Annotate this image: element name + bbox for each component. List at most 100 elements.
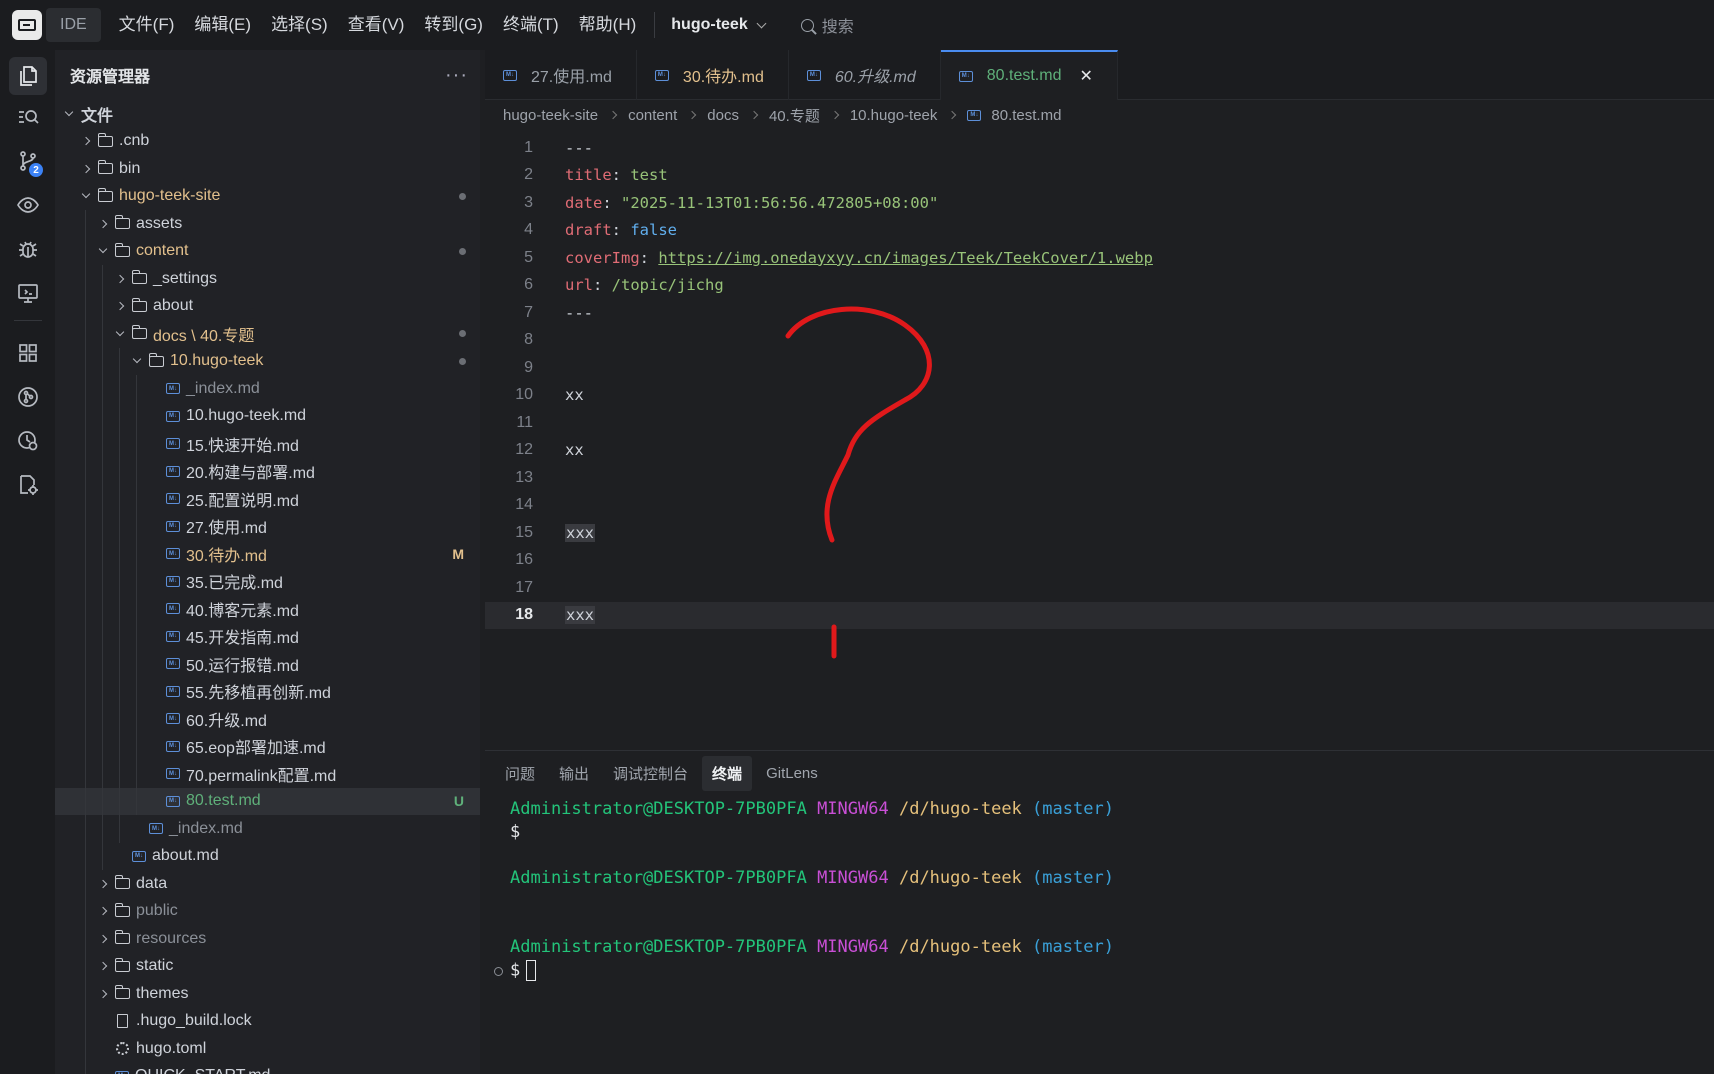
more-actions-icon[interactable]: ··· [445,64,468,87]
explorer-icon[interactable] [9,57,47,95]
tree-folder[interactable]: _settings [55,265,480,293]
tree-folder[interactable]: about [55,293,480,321]
chevron-right-icon[interactable] [95,908,111,914]
chevron-right-icon[interactable] [95,963,111,969]
code-line: 8 [485,327,1714,355]
breadcrumb-item[interactable]: hugo-teek-site [503,107,598,124]
tree-file[interactable]: M↓27.使用.md [55,513,480,541]
tree-folder[interactable]: resources [55,925,480,953]
gear-icon [116,1042,129,1055]
chevron-right-icon[interactable] [112,303,128,309]
chevron-down-icon[interactable] [112,333,128,335]
editor-tab[interactable]: M↓80.test.md✕ [941,50,1118,100]
menu-item[interactable]: 编辑(E) [184,0,261,50]
tree-folder[interactable]: bin [55,155,480,183]
chevron-right-icon[interactable] [95,936,111,942]
extensions-icon[interactable] [9,334,47,372]
ide-badge[interactable]: IDE [46,8,101,42]
source-control-icon[interactable]: 2 [9,142,47,180]
indent-guide [136,430,137,458]
breadcrumb-item[interactable]: 40.专题 [769,105,820,126]
tree-folder[interactable]: public [55,898,480,926]
panel-tab[interactable]: 终端 [702,756,752,791]
tree-file[interactable]: M↓20.构建与部署.md [55,458,480,486]
settings-sync-icon[interactable] [9,466,47,504]
tree-folder[interactable]: 文件 [55,100,480,128]
search-icon[interactable] [9,98,47,136]
app-logo-icon[interactable] [12,10,42,40]
menu-item[interactable]: 文件(F) [109,0,185,50]
tree-file[interactable]: hugo.toml [55,1035,480,1063]
chevron-right-icon[interactable] [78,138,94,144]
tree-folder[interactable]: .cnb [55,128,480,156]
line-content: xx [565,386,584,404]
tree-file[interactable]: M↓15.快速开始.md [55,430,480,458]
panel-tab[interactable]: 问题 [495,756,545,791]
tree-file[interactable]: M↓80.test.mdU [55,788,480,816]
menu-item[interactable]: 帮助(H) [569,0,647,50]
breadcrumb-item[interactable]: content [628,107,677,124]
editor-tabs: M↓27.使用.mdM↓30.待办.mdM↓60.升级.mdM↓80.test.… [485,50,1714,100]
line-content: date: "2025-11-13T01:56:56.472805+08:00" [565,194,938,212]
tree-file[interactable]: M↓QUICK_START.md [55,1063,480,1074]
menu-item[interactable]: 终端(T) [493,0,569,50]
breadcrumb-item[interactable]: docs [707,107,739,124]
tree-file[interactable]: M↓35.已完成.md [55,568,480,596]
tree-file[interactable]: M↓50.运行报错.md [55,650,480,678]
project-switcher[interactable]: hugo-teek [671,16,764,34]
menu-item[interactable]: 查看(V) [338,0,415,50]
remote-icon[interactable] [9,274,47,312]
chevron-down-icon[interactable] [78,195,94,197]
panel-tab[interactable]: 输出 [549,756,599,791]
tree-folder[interactable]: docs \ 40.专题 [55,320,480,348]
chevron-right-icon [609,111,617,119]
breadcrumb-item[interactable]: 10.hugo-teek [850,107,938,124]
breadcrumb-item[interactable]: 80.test.md [991,107,1061,124]
tree-file[interactable]: M↓25.配置说明.md [55,485,480,513]
menu-item[interactable]: 转到(G) [414,0,493,50]
markdown-file-icon: M↓ [166,796,180,807]
tree-folder[interactable]: data [55,870,480,898]
tree-file[interactable]: M↓10.hugo-teek.md [55,403,480,431]
chevron-right-icon[interactable] [78,166,94,172]
tree-file[interactable]: M↓55.先移植再创新.md [55,678,480,706]
editor-tab[interactable]: M↓60.升级.md [789,50,941,100]
chevron-right-icon[interactable] [112,276,128,282]
token[interactable]: https://img.onedayxyy.cn/images/Teek/Tee… [658,249,1153,267]
panel-tab[interactable]: GitLens [756,758,828,789]
chevron-right-icon[interactable] [95,991,111,997]
tree-folder[interactable]: 10.hugo-teek [55,348,480,376]
tree-file[interactable]: M↓40.博客元素.md [55,595,480,623]
tree-file[interactable]: M↓45.开发指南.md [55,623,480,651]
tree-folder[interactable]: static [55,953,480,981]
tree-file[interactable]: M↓_index.md [55,815,480,843]
close-icon[interactable]: ✕ [1079,66,1092,86]
preview-icon[interactable] [9,186,47,224]
tree-file[interactable]: M↓_index.md [55,375,480,403]
debug-icon[interactable] [9,230,47,268]
tree-folder[interactable]: assets [55,210,480,238]
search-box[interactable]: 搜索 [801,13,854,37]
menu-item[interactable]: 选择(S) [261,0,338,50]
tree-file[interactable]: .hugo_build.lock [55,1008,480,1036]
timeline-icon[interactable] [9,422,47,460]
chevron-right-icon[interactable] [95,881,111,887]
tree-folder[interactable]: content [55,238,480,266]
editor-tab[interactable]: M↓30.待办.md [637,50,789,100]
tree-folder[interactable]: themes [55,980,480,1008]
tree-file[interactable]: M↓60.升级.md [55,705,480,733]
terminal-prompt-symbol: $ [510,822,520,842]
chevron-down-icon[interactable] [129,360,145,362]
tree-file[interactable]: M↓65.eop部署加速.md [55,733,480,761]
terminal-line: $ [510,960,536,981]
tree-file[interactable]: M↓about.md [55,843,480,871]
tree-file[interactable]: M↓30.待办.mdM [55,540,480,568]
panel-tab[interactable]: 调试控制台 [603,756,698,791]
tree-folder[interactable]: hugo-teek-site [55,183,480,211]
git-graph-icon[interactable] [9,378,47,416]
tree-file[interactable]: M↓70.permalink配置.md [55,760,480,788]
chevron-down-icon[interactable] [61,113,77,115]
chevron-right-icon[interactable] [95,221,111,227]
chevron-down-icon[interactable] [95,250,111,252]
editor-tab[interactable]: M↓27.使用.md [485,50,637,100]
